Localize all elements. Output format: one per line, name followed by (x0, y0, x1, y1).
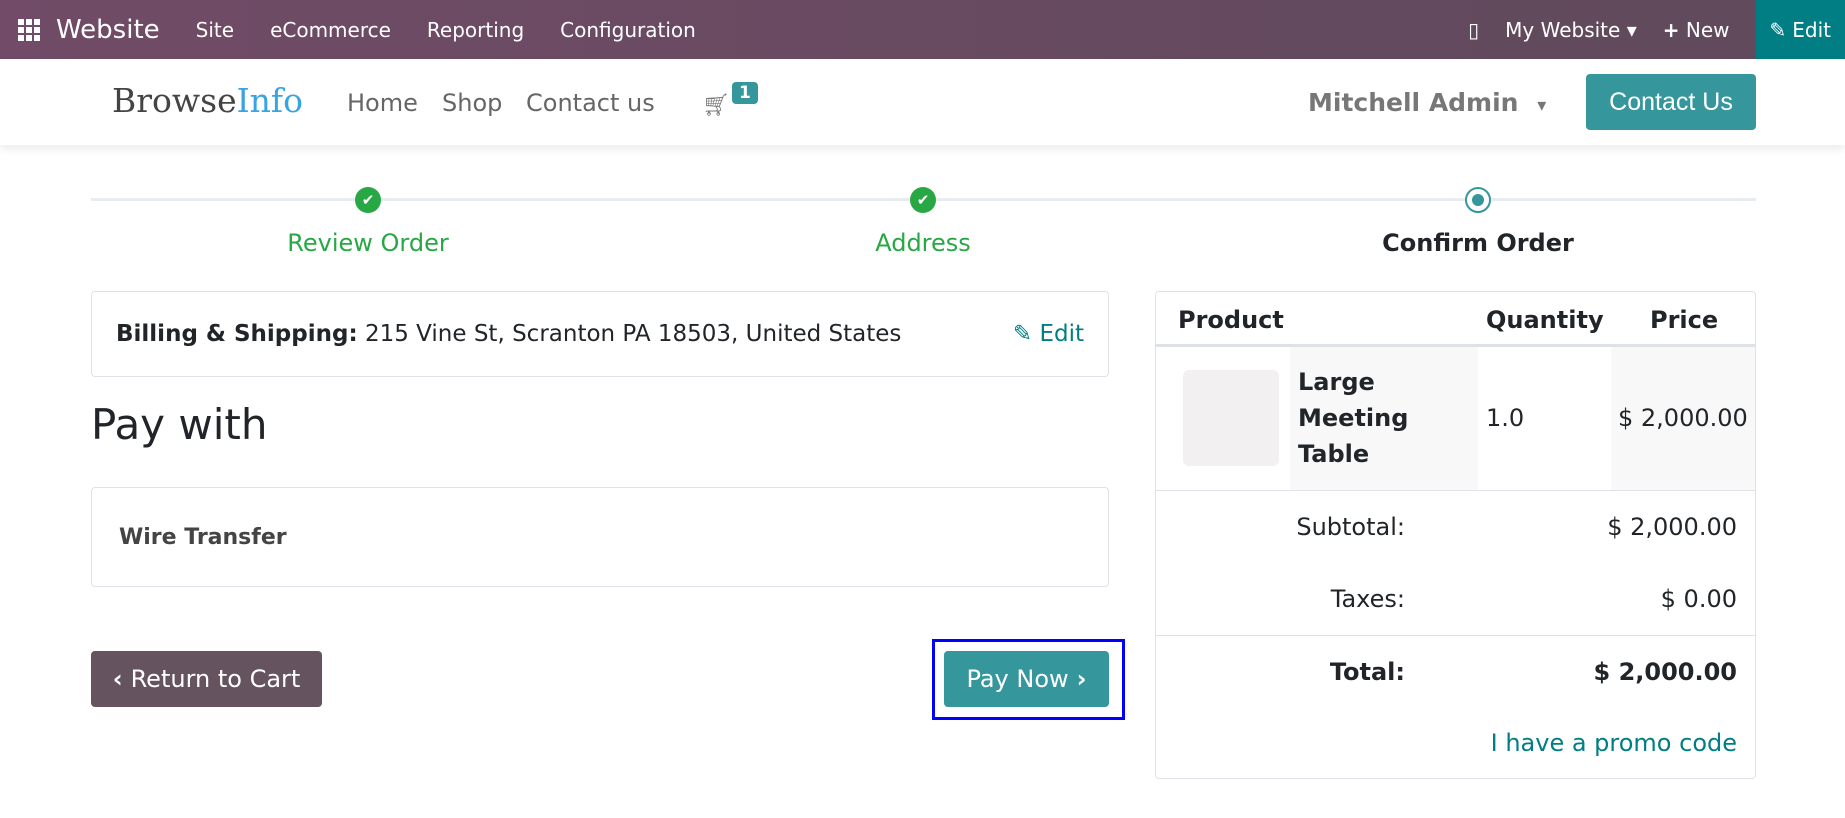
user-name: Mitchell Admin (1308, 88, 1519, 117)
chevron-left-icon: ‹ (112, 665, 123, 693)
current-step-icon (1465, 187, 1491, 213)
pay-now-label: Pay Now (966, 665, 1069, 693)
step-review-order[interactable]: Review Order (287, 229, 448, 257)
return-label: Return to Cart (130, 665, 301, 693)
site-header: BrowseInfo Home Shop Contact us 🛒︎ 1 Mit… (0, 59, 1845, 145)
taxes-value: $ 0.00 (1660, 585, 1737, 613)
header-quantity: Quantity (1486, 306, 1604, 334)
taxes-label: Taxes: (1330, 585, 1405, 613)
promo-code-link[interactable]: I have a promo code (1491, 729, 1737, 757)
subtotal-label: Subtotal: (1296, 513, 1405, 541)
menu-configuration[interactable]: Configuration (560, 18, 696, 42)
new-button[interactable]: + New (1663, 18, 1730, 42)
apps-grid-icon[interactable] (18, 18, 40, 41)
product-name[interactable]: Large Meeting Table (1298, 364, 1438, 472)
new-label: New (1685, 17, 1730, 42)
app-name[interactable]: Website (56, 15, 160, 45)
product-quantity: 1.0 (1486, 404, 1525, 432)
subtotal-value: $ 2,000.00 (1607, 513, 1737, 541)
total-label: Total: (1329, 658, 1405, 686)
return-to-cart-button[interactable]: ‹ Return to Cart (91, 651, 322, 707)
my-website-dropdown[interactable]: My Website ▾ (1505, 18, 1637, 42)
product-price: $ 2,000.00 (1618, 404, 1748, 432)
logo-part-2: Info (236, 81, 303, 120)
user-menu[interactable]: Mitchell Admin ▾ (1308, 88, 1546, 117)
payment-method-label: Wire Transfer (119, 524, 287, 550)
edit-button[interactable]: ✎ Edit (1755, 0, 1845, 59)
menu-reporting[interactable]: Reporting (427, 18, 524, 42)
cart-icon[interactable]: 🛒︎ (702, 93, 730, 118)
divider (1156, 635, 1755, 636)
pencil-icon: ✎ (1769, 17, 1787, 42)
edit-address-link[interactable]: ✎ Edit (1013, 321, 1084, 347)
billing-label: Billing & Shipping: (116, 321, 358, 347)
my-website-label: My Website (1505, 17, 1621, 42)
header-price: Price (1650, 306, 1719, 334)
check-circle-icon: ✔ (355, 187, 381, 213)
check-circle-icon: ✔ (910, 187, 936, 213)
mobile-preview-icon[interactable]: ▯ (1468, 18, 1479, 42)
plus-icon: + (1662, 17, 1680, 42)
pay-with-heading: Pay with (91, 400, 268, 449)
edit-label: Edit (1792, 17, 1831, 42)
odoo-top-bar: Website Site eCommerce Reporting Configu… (0, 0, 1845, 59)
contact-us-button[interactable]: Contact Us (1586, 74, 1756, 130)
step-confirm-order: Confirm Order (1382, 229, 1574, 257)
edit-address-label: Edit (1039, 321, 1084, 347)
nav-home[interactable]: Home (347, 89, 418, 117)
order-summary: Product Quantity Price Large Meeting Tab… (1155, 291, 1756, 779)
total-value: $ 2,000.00 (1593, 658, 1737, 686)
payment-method-wire-transfer[interactable]: Wire Transfer (91, 487, 1109, 587)
menu-ecommerce[interactable]: eCommerce (270, 18, 391, 42)
billing-address: 215 Vine St, Scranton PA 18503, United S… (364, 321, 902, 347)
nav-contact-us[interactable]: Contact us (526, 89, 655, 117)
menu-site[interactable]: Site (196, 18, 234, 42)
logo-part-1: Browse (112, 81, 237, 120)
edit-icon: ✎ (1012, 321, 1033, 347)
cart-count-badge: 1 (732, 82, 758, 104)
chevron-right-icon: › (1076, 665, 1087, 693)
pay-now-button[interactable]: Pay Now › (944, 651, 1109, 707)
nav-shop[interactable]: Shop (442, 89, 502, 117)
billing-shipping-card: Billing & Shipping: 215 Vine St, Scranto… (91, 291, 1109, 377)
logo[interactable]: BrowseInfo (112, 81, 303, 120)
header-product: Product (1178, 306, 1284, 334)
divider (1156, 490, 1755, 491)
step-address[interactable]: Address (875, 229, 971, 257)
product-image[interactable] (1183, 370, 1279, 466)
